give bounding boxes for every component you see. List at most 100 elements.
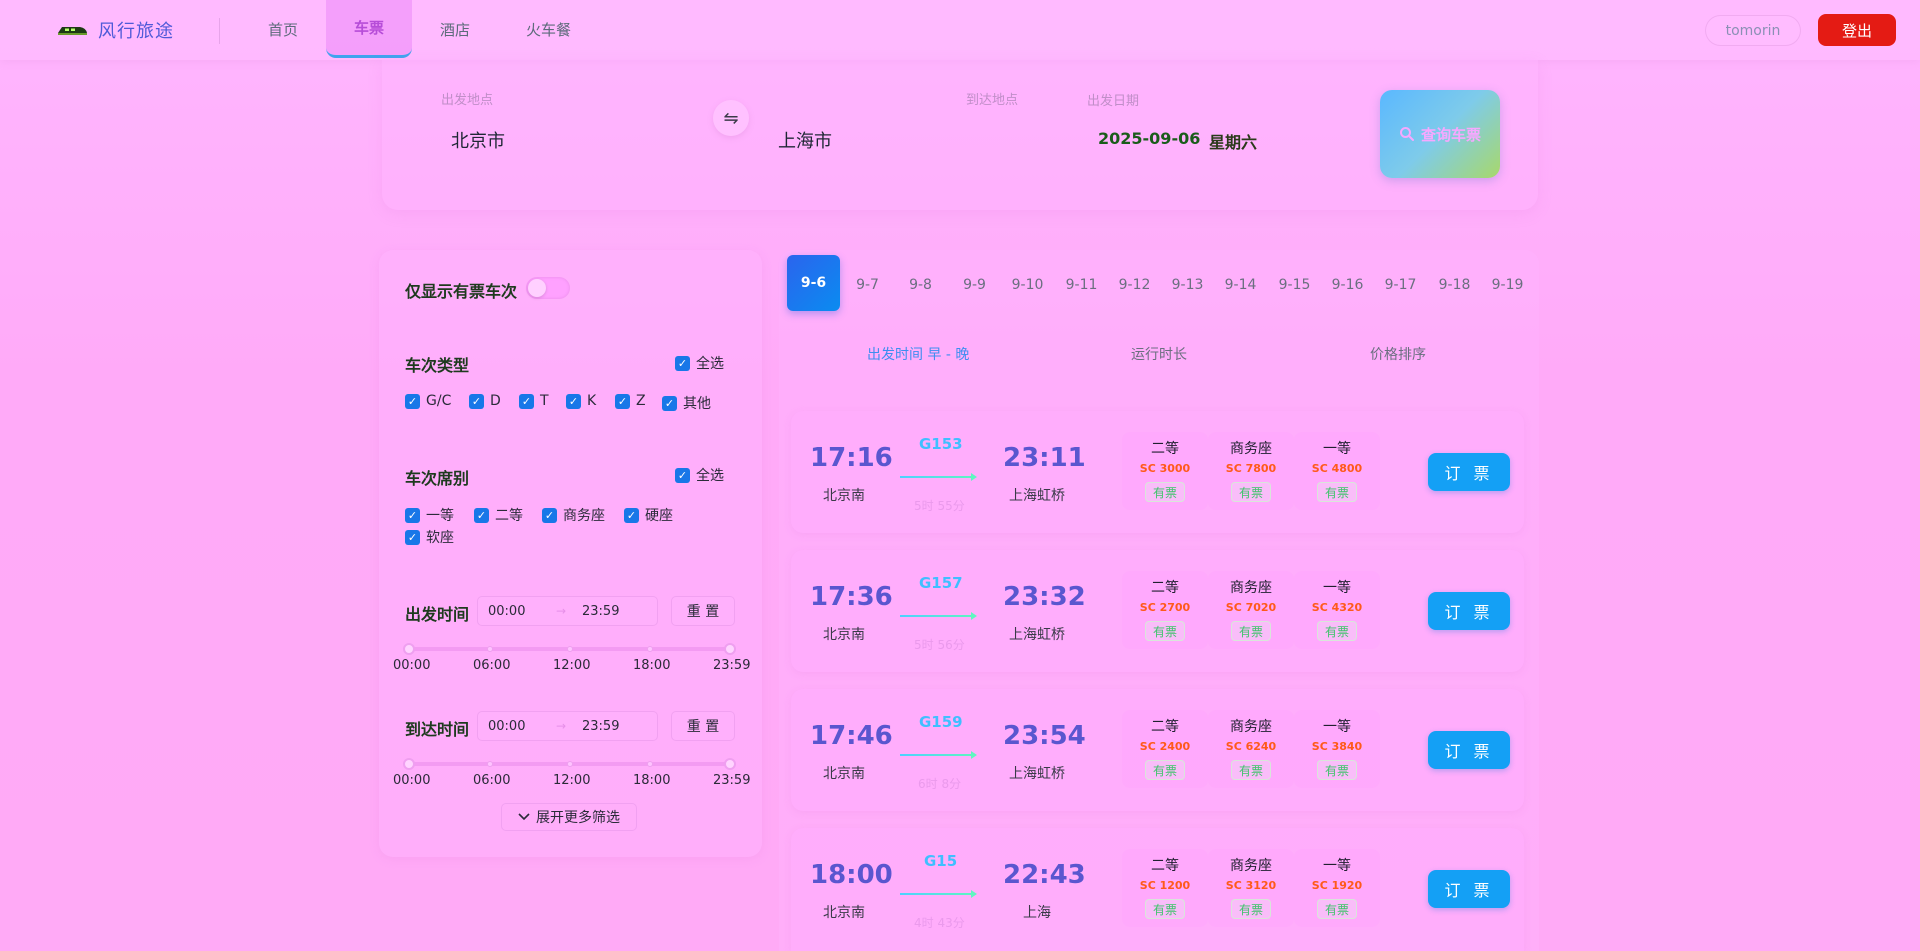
train-code[interactable]: G153 — [919, 435, 963, 453]
seat-first-class[interactable]: 一等 SC 1920 有票 — [1294, 849, 1380, 927]
seat-first-class[interactable]: 一等 SC 4800 有票 — [1294, 432, 1380, 510]
from-station-input[interactable]: 北京市 — [451, 127, 505, 153]
date-tab[interactable]: 9-10 — [1001, 266, 1054, 304]
checkbox-checked-icon: ✓ — [675, 355, 690, 371]
top-navigation-bar: 风行旅途 首页 车票 酒店 火车餐 tomorin 登出 — [0, 0, 1920, 60]
seat-first-class-checkbox[interactable]: ✓ 一等 — [405, 505, 454, 525]
date-tab[interactable]: 9-13 — [1161, 266, 1214, 304]
train-type-select-all[interactable]: ✓ 全选 — [675, 353, 724, 373]
date-tab[interactable]: 9-14 — [1214, 266, 1267, 304]
departure-time-range-input[interactable]: 00:00 → 23:59 — [477, 596, 658, 626]
query-tickets-button[interactable]: 查询车票 — [1380, 90, 1500, 178]
route-line — [900, 615, 974, 617]
date-tab[interactable]: 9-19 — [1481, 266, 1534, 304]
arrival-time: 23:54 — [1003, 721, 1086, 751]
brand[interactable]: 风行旅途 — [56, 0, 174, 60]
expand-more-filters-button[interactable]: 展开更多筛选 — [501, 803, 637, 831]
seat-first-class[interactable]: 一等 SC 4320 有票 — [1294, 571, 1380, 649]
seat-second-class[interactable]: 二等 SC 3000 有票 — [1122, 432, 1208, 510]
date-tab[interactable]: 9-17 — [1374, 266, 1427, 304]
train-type-k-checkbox[interactable]: ✓ K — [566, 393, 596, 409]
user-name-pill[interactable]: tomorin — [1705, 15, 1801, 46]
slider-label: 23:59 — [713, 658, 751, 673]
swap-stations-button[interactable]: ⇋ — [713, 100, 749, 136]
stock-badge: 有票 — [1317, 621, 1357, 641]
date-tab[interactable]: 9-7 — [841, 266, 894, 304]
seat-hard-seat-checkbox[interactable]: ✓ 硬座 — [624, 505, 673, 525]
departure-slider-end-handle[interactable] — [724, 643, 736, 655]
to-station-input[interactable]: 上海市 — [778, 127, 832, 153]
departure-station: 北京南 — [823, 488, 865, 504]
seat-second-class[interactable]: 二等 SC 2700 有票 — [1122, 571, 1208, 649]
stock-badge: 有票 — [1231, 482, 1271, 502]
date-tab[interactable]: 9-16 — [1321, 266, 1374, 304]
slider-label: 00:00 — [393, 658, 431, 673]
date-tab[interactable]: 9-9 — [948, 266, 1001, 304]
seat-soft-seat-checkbox[interactable]: ✓ 软座 — [405, 527, 454, 547]
nav-item-tickets[interactable]: 车票 — [326, 0, 413, 58]
seat-second-class-checkbox[interactable]: ✓ 二等 — [474, 505, 523, 525]
nav-item-home[interactable]: 首页 — [240, 0, 326, 58]
route-line — [900, 476, 974, 478]
train-code[interactable]: G15 — [924, 852, 957, 870]
search-panel — [382, 60, 1538, 210]
nav-item-hotels[interactable]: 酒店 — [412, 0, 498, 58]
seat-second-class[interactable]: 二等 SC 2400 有票 — [1122, 710, 1208, 788]
seat-business[interactable]: 商务座 SC 7800 有票 — [1208, 432, 1294, 510]
train-type-d-checkbox[interactable]: ✓ D — [469, 393, 501, 409]
travel-duration: 6时 8分 — [918, 777, 962, 791]
sort-by-duration[interactable]: 运行时长 — [1131, 344, 1187, 364]
train-type-t-checkbox[interactable]: ✓ T — [519, 393, 549, 409]
book-ticket-button[interactable]: 订 票 — [1428, 870, 1510, 908]
sort-by-departure-time[interactable]: 出发时间 早 - 晚 — [867, 344, 969, 364]
stock-badge: 有票 — [1231, 621, 1271, 641]
chevron-down-icon — [518, 813, 530, 821]
stock-badge: 有票 — [1145, 760, 1185, 780]
train-code[interactable]: G157 — [919, 574, 963, 592]
train-type-z-checkbox[interactable]: ✓ Z — [615, 393, 646, 409]
date-tab[interactable]: 9-8 — [894, 266, 947, 304]
departure-time-reset-button[interactable]: 重 置 — [671, 596, 735, 626]
book-ticket-button[interactable]: 订 票 — [1428, 731, 1510, 769]
arrival-time-range-input[interactable]: 00:00 → 23:59 — [477, 711, 658, 741]
arrival-slider-end-handle[interactable] — [724, 758, 736, 770]
date-tab[interactable]: 9-15 — [1268, 266, 1321, 304]
seat-business[interactable]: 商务座 SC 7020 有票 — [1208, 571, 1294, 649]
book-ticket-button[interactable]: 订 票 — [1428, 453, 1510, 491]
sort-by-price[interactable]: 价格排序 — [1370, 344, 1426, 364]
seat-business-checkbox[interactable]: ✓ 商务座 — [542, 505, 605, 525]
nav-item-train-meals[interactable]: 火车餐 — [498, 0, 599, 58]
seat-business[interactable]: 商务座 SC 6240 有票 — [1208, 710, 1294, 788]
stock-badge: 有票 — [1231, 760, 1271, 780]
date-tab[interactable]: 9-12 — [1108, 266, 1161, 304]
train-type-other-checkbox[interactable]: ✓ 其他 — [662, 393, 711, 413]
seat-second-class[interactable]: 二等 SC 1200 有票 — [1122, 849, 1208, 927]
logout-button[interactable]: 登出 — [1818, 14, 1896, 46]
date-tab[interactable]: 9-18 — [1428, 266, 1481, 304]
checkbox-checked-icon: ✓ — [615, 393, 630, 409]
checkbox-checked-icon: ✓ — [624, 507, 639, 523]
slider-tick — [647, 646, 653, 652]
train-code[interactable]: G159 — [919, 713, 963, 731]
checkbox-checked-icon: ✓ — [405, 393, 420, 409]
arrival-time: 23:11 — [1003, 443, 1086, 473]
arrival-slider-start-handle[interactable] — [403, 758, 415, 770]
date-tab[interactable]: 9-6 — [787, 255, 840, 311]
slider-label: 12:00 — [553, 658, 591, 673]
departure-slider-start-handle[interactable] — [403, 643, 415, 655]
book-ticket-button[interactable]: 订 票 — [1428, 592, 1510, 630]
query-button-label: 查询车票 — [1420, 125, 1481, 144]
seat-business[interactable]: 商务座 SC 3120 有票 — [1208, 849, 1294, 927]
departure-time: 17:36 — [810, 582, 893, 612]
slider-label: 00:00 — [393, 773, 431, 788]
departure-date-input[interactable]: 2025-09-06 — [1098, 129, 1200, 148]
train-type-gc-checkbox[interactable]: ✓ G/C — [405, 393, 451, 409]
seat-first-class[interactable]: 一等 SC 3840 有票 — [1294, 710, 1380, 788]
available-only-label: 仅显示有票车次 — [405, 282, 518, 301]
departure-station: 北京南 — [823, 905, 865, 921]
date-label: 出发日期 — [1087, 94, 1140, 109]
available-only-toggle[interactable] — [526, 277, 570, 299]
date-tab[interactable]: 9-11 — [1055, 266, 1108, 304]
arrival-time-reset-button[interactable]: 重 置 — [671, 711, 735, 741]
seat-class-select-all[interactable]: ✓ 全选 — [675, 465, 724, 485]
